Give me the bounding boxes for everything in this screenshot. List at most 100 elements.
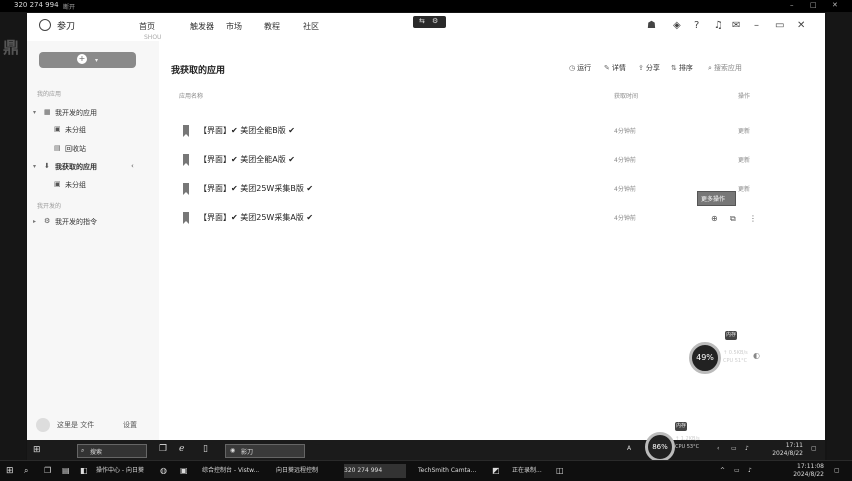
tray-chevron-icon[interactable]: ^ [720,464,725,478]
sidebar-item-recycle[interactable]: 回收站 [65,144,86,154]
command-icon: ⚙ [44,217,51,225]
net-speed: ↑ 1.2KB/s [675,436,700,442]
tray-chevron-icon[interactable]: ‹ [717,445,719,452]
run-app-icon[interactable]: ⊕ [711,214,718,223]
row-name: 【界面】✔ 美团25W采集A版 ✔ [199,213,314,222]
maximize-icon[interactable]: □ [810,1,817,9]
open-app-icon[interactable]: ⧉ [730,214,736,224]
monitor-toggle-icon[interactable]: ◐ [753,351,760,360]
share-icon-a: ⇆ [419,17,425,25]
run-button[interactable]: ◷ 运行 [569,63,591,73]
ime-icon[interactable]: A [627,445,631,452]
window-close-icon[interactable]: ✕ [797,20,805,31]
local-taskbar: ⊞ ⌕ ❐ ▤ ◧ 操作中心 - 向日葵 ◍ ▣ 综合控制台 - Vistw..… [0,460,852,481]
notification-icon[interactable]: ▢ [811,445,817,452]
caret-icon[interactable]: ▾ [33,109,36,116]
avatar[interactable] [36,418,50,432]
row-action[interactable]: 更新 [738,184,750,193]
notification-icon[interactable]: ▢ [834,464,840,478]
search-placeholder: 搜索应用 [713,64,742,72]
sidebar-item-obtained[interactable]: 我获取的应用 [55,162,97,172]
minimize-icon[interactable]: – [790,1,794,9]
window-minimize-icon[interactable]: – [754,20,759,31]
row-action[interactable]: 更新 [738,155,750,164]
file-icon[interactable]: ▯ [203,444,208,454]
windows-icon[interactable]: ⊞ [33,445,41,455]
teams-icon[interactable]: ◧ [80,464,88,478]
sidebar-item-ungrouped[interactable]: 未分组 [65,125,86,135]
taskbar-app-yingdao[interactable]: ◉ 影刀 [225,444,305,458]
new-app-button[interactable]: + ▾ [39,52,136,68]
search-input[interactable]: ⌕ 搜索应用 [708,63,742,73]
network-icon[interactable]: ▭ [731,445,737,452]
caret-icon[interactable]: ▾ [33,163,36,170]
sidebar: + ▾ 我的应用 ▾ ▦ 我开发的应用 ▣ 未分组 ▤ 回收站 ▾ ⬇ 我获取的… [27,41,159,440]
nav-community[interactable]: 社区 [303,21,319,32]
share-button[interactable]: ⇪ 分享 [638,63,660,73]
taskbar-item[interactable]: TechSmith Camta... [418,464,484,478]
app-logo-icon: ◉ [230,447,236,454]
remote-session-bar: 320 274 994 断开 – □ ✕ [0,0,852,12]
trash-icon: ▤ [54,144,61,152]
taskbar-item-active[interactable]: 320 274 994 [344,464,406,478]
sidebar-item-ungrouped-2[interactable]: 未分组 [65,180,86,190]
robot-icon[interactable]: ☗ [647,20,656,31]
sidebar-item-developed[interactable]: 我开发的应用 [55,108,97,118]
app-icon[interactable]: ◫ [556,464,564,478]
vip-icon[interactable]: ◈ [673,20,681,31]
help-icon[interactable]: ? [694,20,699,31]
task-view-icon[interactable]: ❐ [159,444,167,454]
terminal-icon[interactable]: ▣ [180,464,188,478]
app-window: 参刀 首页 SHOU 触发器 市场 教程 社区 ⇆ ⚙ ☗ ◈ ? ♫ ✉ – … [27,13,825,440]
taskbar-item[interactable]: 正在录制... [512,464,554,478]
taskbar-item[interactable]: 向日葵远程控制 [276,464,334,478]
details-button[interactable]: ✎ 详情 [604,63,626,73]
feedback-icon[interactable]: ✉ [732,20,740,31]
bookmark-icon [183,125,189,137]
network-icon[interactable]: ▭ [734,464,740,478]
bell-icon[interactable]: ♫ [714,20,723,31]
sort-label: 排序 [678,64,693,72]
task-view-icon[interactable]: ❐ [44,464,51,478]
share-label: 分享 [645,64,660,72]
memory-gauge[interactable]: 86% [645,432,675,462]
more-icon[interactable]: ⋮ [749,214,757,223]
taskbar-item[interactable]: 综合控制台 - Vistw... [202,464,264,478]
close-icon[interactable]: ✕ [832,1,838,9]
row-time: 4分钟前 [614,128,636,135]
nav-home[interactable]: 首页 [139,21,155,32]
edge-icon[interactable]: ℯ [179,444,184,454]
title-bar: 参刀 首页 SHOU 触发器 市场 教程 社区 ⇆ ⚙ ☗ ◈ ? ♫ ✉ – … [27,13,825,41]
app-label: 影刀 [241,449,254,456]
search-icon[interactable]: ⌕ [24,464,28,478]
more-actions-tooltip: 更多操作 [697,191,736,206]
desktop-right [827,12,852,460]
search-box[interactable]: ⌕ 搜索 [77,444,147,458]
disconnect-link[interactable]: 断开 [63,2,75,11]
nav-triggers[interactable]: 触发器 [190,21,214,32]
taskbar-item[interactable]: 操作中心 - 向日葵 [96,464,154,478]
browser-icon[interactable]: ◍ [160,464,167,478]
sidebar-item-commands[interactable]: 我开发的指令 [55,217,97,227]
col-time[interactable]: 获取时间 [614,91,638,100]
row-action[interactable]: 更新 [738,126,750,135]
table-row[interactable]: 【界面】✔ 美团全能A版 ✔ 4分钟前 更新 [173,154,813,168]
screen-share-pill[interactable]: ⇆ ⚙ [413,16,446,28]
settings-link[interactable]: 设置 [123,420,137,430]
windows-icon[interactable]: ⊞ [6,464,14,478]
volume-icon[interactable]: ♪ [748,464,752,478]
volume-icon[interactable]: ♪ [745,445,749,452]
app-name: 参刀 [57,22,76,32]
details-label: 详情 [611,64,626,72]
main-content: 我获取的应用 ◷ 运行 ✎ 详情 ⇪ 分享 ⇅ 排序 ⌕ 搜索应用 应用名称 获取时间 操… [159,41,825,440]
nav-market[interactable]: 市场 [226,21,242,32]
window-maximize-icon[interactable]: ▭ [775,20,784,31]
sort-button[interactable]: ⇅ 排序 [671,63,693,73]
table-row[interactable]: 【界面】✔ 美团全能B版 ✔ 4分钟前 更新 [173,125,813,139]
nav-tutorials[interactable]: 教程 [264,21,280,32]
app-icon[interactable]: ◩ [492,464,500,478]
col-name[interactable]: 应用名称 [179,91,203,100]
explorer-icon[interactable]: ▤ [62,464,70,478]
memory-gauge[interactable]: 49% [689,342,721,374]
caret-icon[interactable]: ▸ [33,218,36,225]
